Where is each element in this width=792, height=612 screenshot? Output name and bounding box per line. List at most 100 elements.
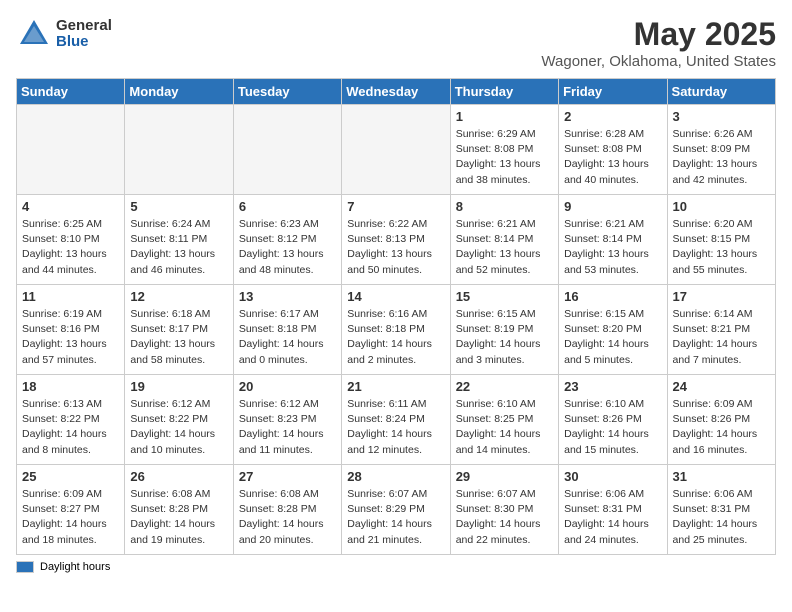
day-number: 13 (239, 289, 336, 304)
main-title: May 2025 (541, 16, 776, 53)
day-info: Sunrise: 6:06 AM Sunset: 8:31 PM Dayligh… (673, 487, 770, 548)
logo-icon (16, 16, 52, 52)
legend: Daylight hours (16, 561, 776, 573)
calendar-table: SundayMondayTuesdayWednesdayThursdayFrid… (16, 78, 776, 555)
day-number: 24 (673, 379, 770, 394)
calendar-cell: 29Sunrise: 6:07 AM Sunset: 8:30 PM Dayli… (450, 465, 558, 555)
day-number: 31 (673, 469, 770, 484)
day-info: Sunrise: 6:13 AM Sunset: 8:22 PM Dayligh… (22, 397, 119, 458)
legend-label: Daylight hours (40, 561, 110, 573)
day-number: 23 (564, 379, 661, 394)
day-info: Sunrise: 6:10 AM Sunset: 8:26 PM Dayligh… (564, 397, 661, 458)
calendar-cell: 28 Sunrise: 6:07 AM Sunset: 8:29 PM Dayli… (342, 465, 450, 555)
day-info: Sunrise: 6:19 AM Sunset: 8:16 PM Dayligh… (22, 307, 119, 368)
day-info: Sunrise: 6:07 AM Sunset: 8:29 PM Dayligh… (347, 487, 444, 548)
title-area: May 2025 Wagoner, Oklahoma, United State… (541, 16, 776, 70)
calendar-cell: 20Sunrise: 6:12 AM Sunset: 8:23 PM Dayli… (233, 375, 341, 465)
weekday-sunday: Sunday (17, 79, 125, 105)
day-info: Sunrise: 6:22 AM Sunset: 8:13 PM Dayligh… (347, 217, 444, 278)
day-info: Sunrise: 6:29 AM Sunset: 8:08 PM Dayligh… (456, 127, 553, 188)
calendar-cell (17, 105, 125, 195)
day-number: 12 (130, 289, 227, 304)
day-number: 14 (347, 289, 444, 304)
week-row-5: 25 Sunrise: 6:09 AM Sunset: 8:27 PM Dayli… (17, 465, 776, 555)
day-number: 6 (239, 199, 336, 214)
day-info: Sunrise: 6:11 AM Sunset: 8:24 PM Dayligh… (347, 397, 444, 458)
day-number: 10 (673, 199, 770, 214)
calendar-cell: 1Sunrise: 6:29 AM Sunset: 8:08 PM Daylig… (450, 105, 558, 195)
day-info: Sunrise: 6:26 AM Sunset: 8:09 PM Dayligh… (673, 127, 770, 188)
weekday-header-row: SundayMondayTuesdayWednesdayThursdayFrid… (17, 79, 776, 105)
calendar-cell: 15Sunrise: 6:15 AM Sunset: 8:19 PM Dayli… (450, 285, 558, 375)
calendar-cell: 13 Sunrise: 6:17 AM Sunset: 8:18 PM Dayli… (233, 285, 341, 375)
logo-blue-text: Blue (56, 34, 112, 51)
weekday-wednesday: Wednesday (342, 79, 450, 105)
calendar-cell: 30 Sunrise: 6:06 AM Sunset: 8:31 PM Dayli… (559, 465, 667, 555)
day-info: Sunrise: 6:12 AM Sunset: 8:23 PM Dayligh… (239, 397, 336, 458)
calendar-cell: 9Sunrise: 6:21 AM Sunset: 8:14 PM Daylig… (559, 195, 667, 285)
calendar-cell: 14 Sunrise: 6:16 AM Sunset: 8:18 PM Dayli… (342, 285, 450, 375)
day-number: 9 (564, 199, 661, 214)
day-number: 15 (456, 289, 553, 304)
day-number: 2 (564, 109, 661, 124)
weekday-friday: Friday (559, 79, 667, 105)
week-row-4: 18 Sunrise: 6:13 AM Sunset: 8:22 PM Dayli… (17, 375, 776, 465)
day-info: Sunrise: 6:12 AM Sunset: 8:22 PM Dayligh… (130, 397, 227, 458)
day-number: 4 (22, 199, 119, 214)
calendar-cell: 19 Sunrise: 6:12 AM Sunset: 8:22 PM Dayli… (125, 375, 233, 465)
day-number: 16 (564, 289, 661, 304)
weekday-tuesday: Tuesday (233, 79, 341, 105)
day-info: Sunrise: 6:09 AM Sunset: 8:26 PM Dayligh… (673, 397, 770, 458)
calendar-cell: 25 Sunrise: 6:09 AM Sunset: 8:27 PM Dayli… (17, 465, 125, 555)
week-row-2: 4Sunrise: 6:25 AM Sunset: 8:10 PM Daylig… (17, 195, 776, 285)
calendar-cell: 12Sunrise: 6:18 AM Sunset: 8:17 PM Dayli… (125, 285, 233, 375)
legend-color (16, 561, 34, 573)
weekday-thursday: Thursday (450, 79, 558, 105)
day-number: 11 (22, 289, 119, 304)
calendar-cell: 31 Sunrise: 6:06 AM Sunset: 8:31 PM Dayli… (667, 465, 775, 555)
day-number: 19 (130, 379, 227, 394)
day-info: Sunrise: 6:06 AM Sunset: 8:31 PM Dayligh… (564, 487, 661, 548)
day-number: 18 (22, 379, 119, 394)
day-number: 21 (347, 379, 444, 394)
calendar-cell: 23 Sunrise: 6:10 AM Sunset: 8:26 PM Dayli… (559, 375, 667, 465)
day-number: 30 (564, 469, 661, 484)
day-info: Sunrise: 6:09 AM Sunset: 8:27 PM Dayligh… (22, 487, 119, 548)
week-row-1: 1Sunrise: 6:29 AM Sunset: 8:08 PM Daylig… (17, 105, 776, 195)
day-info: Sunrise: 6:10 AM Sunset: 8:25 PM Dayligh… (456, 397, 553, 458)
day-info: Sunrise: 6:20 AM Sunset: 8:15 PM Dayligh… (673, 217, 770, 278)
weekday-saturday: Saturday (667, 79, 775, 105)
day-number: 28 (347, 469, 444, 484)
calendar-cell: 10 Sunrise: 6:20 AM Sunset: 8:15 PM Dayli… (667, 195, 775, 285)
calendar-cell (125, 105, 233, 195)
day-number: 3 (673, 109, 770, 124)
day-number: 27 (239, 469, 336, 484)
day-info: Sunrise: 6:28 AM Sunset: 8:08 PM Dayligh… (564, 127, 661, 188)
day-info: Sunrise: 6:07 AM Sunset: 8:30 PM Dayligh… (456, 487, 553, 548)
day-info: Sunrise: 6:14 AM Sunset: 8:21 PM Dayligh… (673, 307, 770, 368)
calendar-cell: 7Sunrise: 6:22 AM Sunset: 8:13 PM Daylig… (342, 195, 450, 285)
day-number: 8 (456, 199, 553, 214)
calendar-cell: 24 Sunrise: 6:09 AM Sunset: 8:26 PM Dayli… (667, 375, 775, 465)
calendar-cell: 21 Sunrise: 6:11 AM Sunset: 8:24 PM Dayli… (342, 375, 450, 465)
week-row-3: 11 Sunrise: 6:19 AM Sunset: 8:16 PM Dayli… (17, 285, 776, 375)
day-info: Sunrise: 6:08 AM Sunset: 8:28 PM Dayligh… (130, 487, 227, 548)
weekday-monday: Monday (125, 79, 233, 105)
day-info: Sunrise: 6:24 AM Sunset: 8:11 PM Dayligh… (130, 217, 227, 278)
calendar-cell: 26Sunrise: 6:08 AM Sunset: 8:28 PM Dayli… (125, 465, 233, 555)
day-number: 17 (673, 289, 770, 304)
calendar-cell: 5Sunrise: 6:24 AM Sunset: 8:11 PM Daylig… (125, 195, 233, 285)
day-info: Sunrise: 6:15 AM Sunset: 8:20 PM Dayligh… (564, 307, 661, 368)
logo-general-text: General (56, 18, 112, 35)
day-info: Sunrise: 6:16 AM Sunset: 8:18 PM Dayligh… (347, 307, 444, 368)
logo: General Blue (16, 16, 112, 52)
calendar-cell: 8Sunrise: 6:21 AM Sunset: 8:14 PM Daylig… (450, 195, 558, 285)
day-info: Sunrise: 6:08 AM Sunset: 8:28 PM Dayligh… (239, 487, 336, 548)
calendar-cell: 6Sunrise: 6:23 AM Sunset: 8:12 PM Daylig… (233, 195, 341, 285)
calendar-cell: 17 Sunrise: 6:14 AM Sunset: 8:21 PM Dayli… (667, 285, 775, 375)
day-info: Sunrise: 6:17 AM Sunset: 8:18 PM Dayligh… (239, 307, 336, 368)
day-number: 22 (456, 379, 553, 394)
calendar-cell: 27 Sunrise: 6:08 AM Sunset: 8:28 PM Dayli… (233, 465, 341, 555)
day-number: 25 (22, 469, 119, 484)
calendar-cell: 2 Sunrise: 6:28 AM Sunset: 8:08 PM Daylig… (559, 105, 667, 195)
